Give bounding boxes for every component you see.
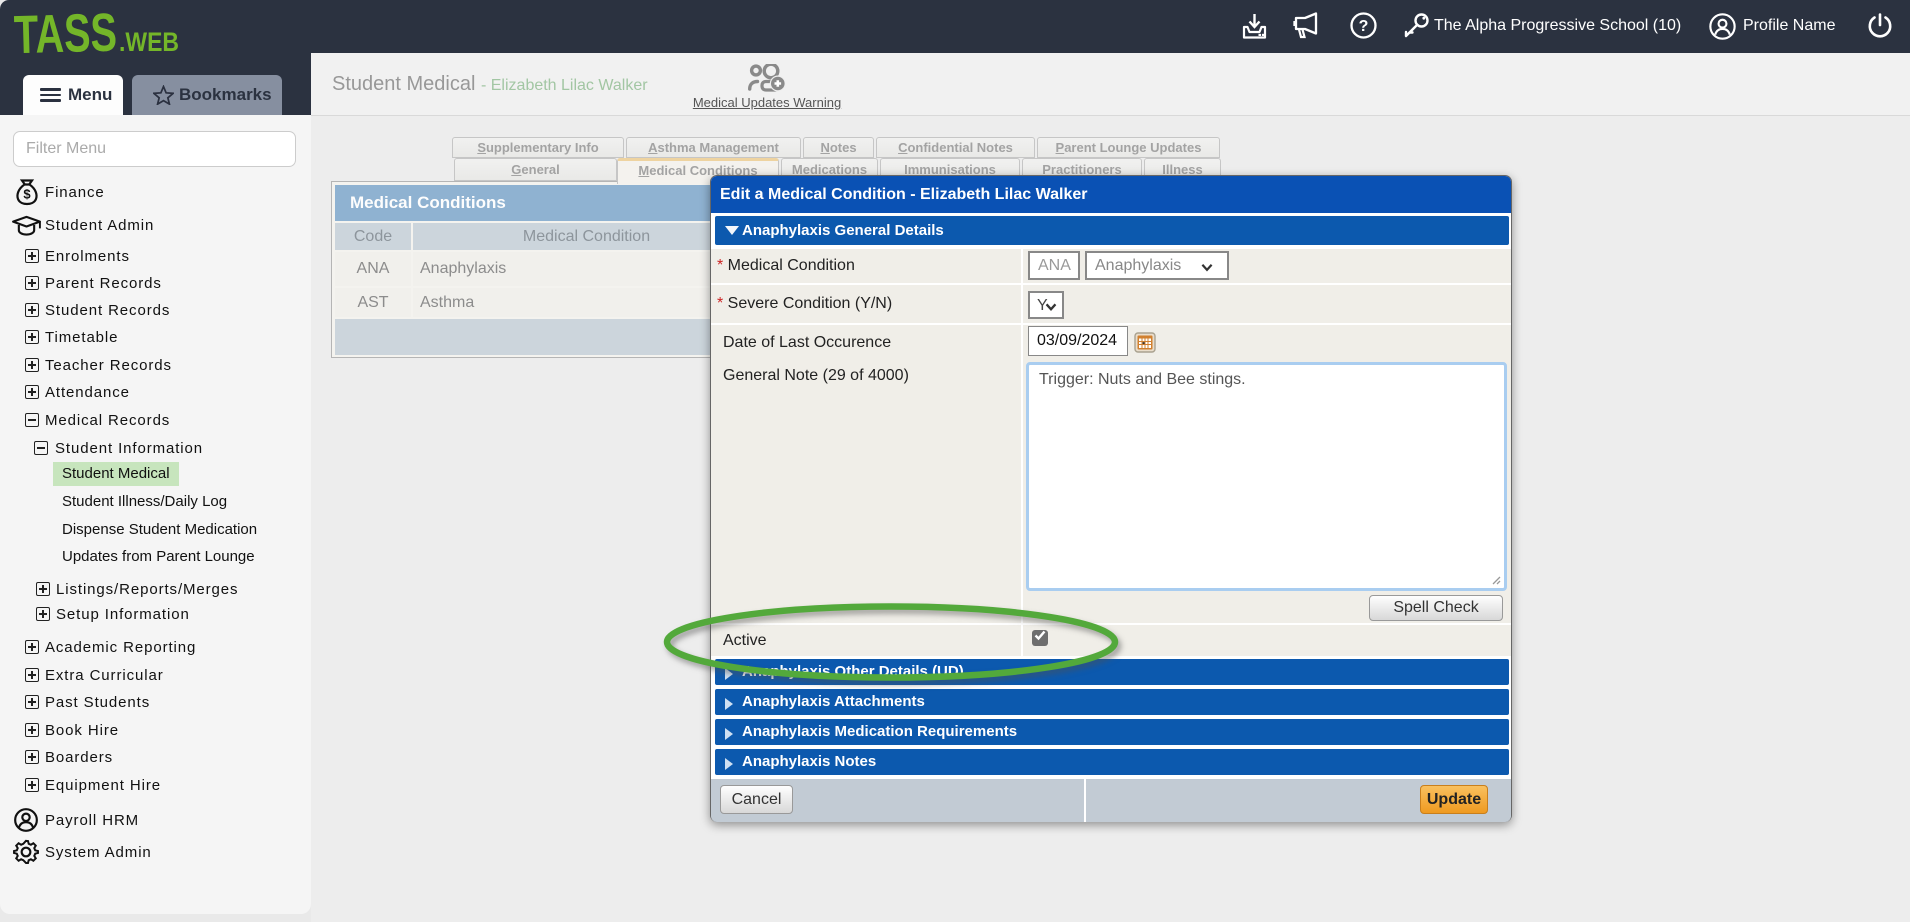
svg-text:$: $ — [23, 187, 31, 202]
svg-text:?: ? — [1359, 18, 1369, 35]
